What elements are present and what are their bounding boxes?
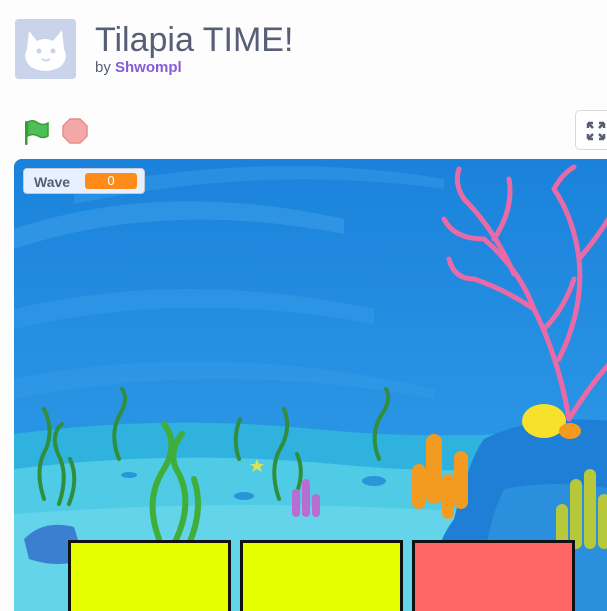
stop-sign-icon [62, 118, 88, 144]
stop-button[interactable] [60, 116, 90, 146]
project-page: Tilapia TIME! by Shwompl Wave 0 [0, 0, 607, 611]
project-title: Tilapia TIME! [95, 21, 294, 59]
default-cat-avatar-icon [15, 19, 76, 79]
avatar[interactable] [15, 19, 76, 79]
project-stage[interactable]: Wave 0 [14, 159, 607, 611]
green-flag-button[interactable] [20, 117, 50, 147]
project-header: Tilapia TIME! by Shwompl [0, 0, 607, 100]
yellow-tile-left[interactable] [68, 540, 231, 611]
red-tile-right[interactable] [412, 540, 575, 611]
project-byline: by Shwompl [95, 59, 182, 76]
yellow-tile-middle[interactable] [240, 540, 403, 611]
author-link[interactable]: Shwompl [115, 59, 182, 76]
monitor-value: 0 [85, 173, 137, 189]
fullscreen-icon [586, 121, 606, 141]
byline-prefix: by [95, 59, 111, 76]
wave-variable-monitor: Wave 0 [23, 168, 145, 194]
monitor-label: Wave [34, 174, 71, 190]
green-flag-icon [25, 119, 49, 145]
fullscreen-button[interactable] [575, 110, 607, 150]
